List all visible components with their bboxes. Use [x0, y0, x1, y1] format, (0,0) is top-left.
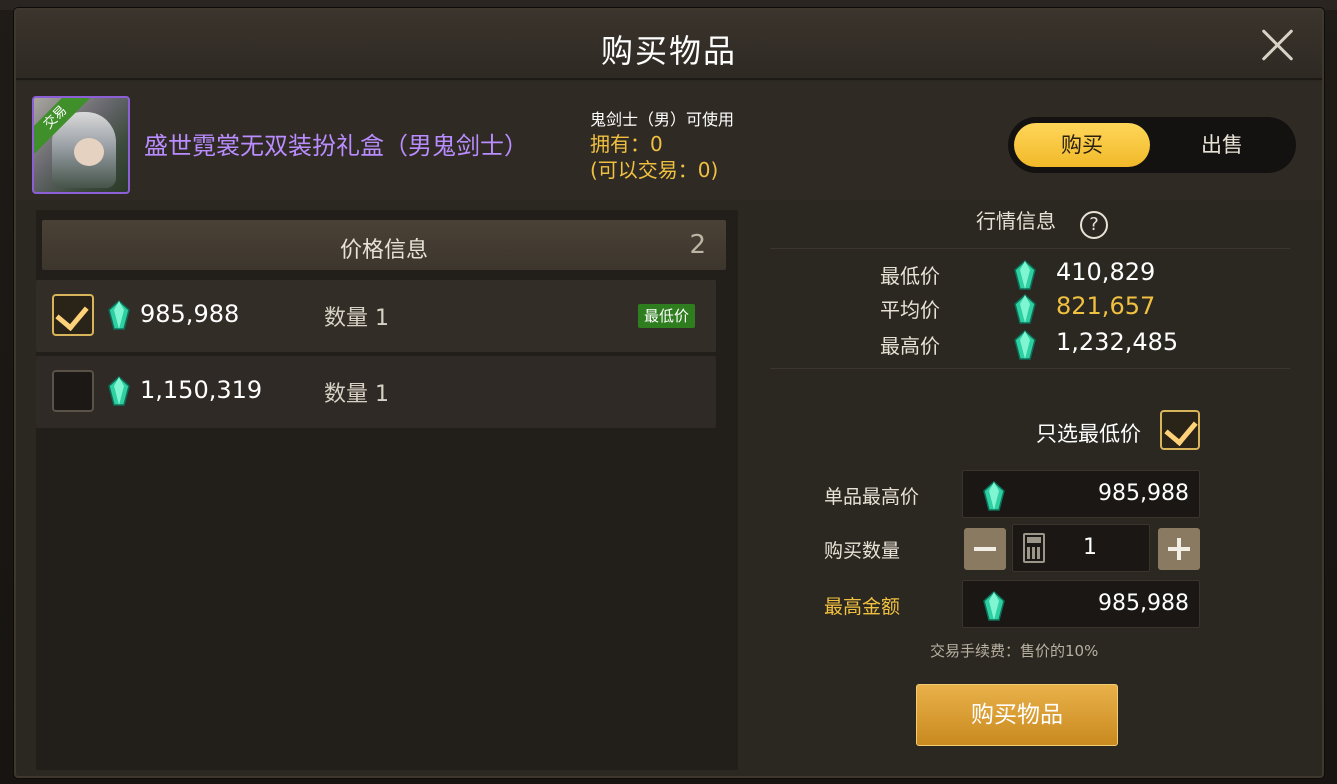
lowest-price-label: 最低价 [880, 264, 940, 288]
max-unit-price-value: 985,988 [1098, 481, 1189, 506]
highest-price-value: 1,232,485 [1056, 328, 1179, 356]
listing-checkbox[interactable] [52, 294, 94, 336]
calculator-icon[interactable] [1023, 533, 1045, 563]
only-lowest-label: 只选最低价 [1036, 422, 1141, 446]
max-unit-price-label: 单品最高价 [824, 486, 920, 508]
average-price-value: 821,657 [1056, 292, 1156, 320]
decrease-quantity-button[interactable] [964, 528, 1006, 570]
price-info-panel: 价格信息 2 985,988 数量 1 最低价 1,150,319 数量 1 [36, 210, 738, 770]
listing-price: 985,988 [140, 300, 240, 328]
price-info-title: 价格信息 [339, 238, 428, 263]
item-face [74, 138, 104, 166]
quantity-label: 购买数量 [824, 540, 901, 562]
green-gem-icon [108, 299, 130, 330]
average-price-label: 平均价 [880, 298, 940, 322]
only-lowest-checkbox[interactable] [1160, 410, 1200, 450]
divider [770, 368, 1290, 369]
green-gem-icon [983, 480, 1005, 511]
max-total-field: 985,988 [962, 580, 1200, 628]
highest-price-label: 最高价 [880, 334, 940, 358]
listing-row[interactable]: 985,988 数量 1 最低价 [36, 280, 716, 352]
max-total-label: 最高金额 [824, 596, 901, 618]
item-usable-by: 鬼剑士（男）可使用 [590, 110, 735, 129]
listing-price: 1,150,319 [140, 376, 263, 404]
market-info-title: 行情信息 [976, 209, 1056, 233]
listing-row[interactable]: 1,150,319 数量 1 [36, 356, 716, 428]
price-info-header: 价格信息 2 [42, 220, 726, 270]
item-name: 盛世霓裳无双装扮礼盒（男鬼剑士） [144, 132, 528, 160]
green-gem-icon [108, 375, 130, 406]
item-owned-count: 拥有：0 [590, 132, 663, 156]
price-info-count: 2 [689, 230, 706, 260]
buy-item-button[interactable]: 购买物品 [916, 684, 1118, 746]
sell-tab[interactable]: 出售 [1154, 123, 1290, 167]
divider [770, 248, 1290, 249]
item-icon: 交易 [32, 96, 130, 194]
green-gem-icon [983, 590, 1005, 621]
fee-note: 交易手续费：售价的10% [930, 642, 1099, 660]
green-gem-icon [1014, 259, 1036, 290]
dialog-titlebar: 购买物品 [16, 10, 1322, 80]
max-unit-price-field[interactable]: 985,988 [962, 470, 1200, 518]
listing-quantity: 数量 1 [324, 382, 389, 407]
green-gem-icon [1014, 293, 1036, 324]
quantity-value: 1 [1083, 535, 1097, 560]
increase-quantity-button[interactable] [1158, 528, 1200, 570]
check-icon [1164, 411, 1198, 447]
lowest-price-badge: 最低价 [638, 304, 696, 328]
close-icon[interactable] [1260, 26, 1296, 62]
listing-quantity: 数量 1 [324, 306, 389, 331]
quantity-input[interactable]: 1 [1012, 524, 1150, 572]
buy-item-dialog: 购买物品 交易 盛世霓裳无双装扮礼盒（男鬼剑士） 鬼剑士（男）可使用 拥有：0 … [14, 8, 1324, 778]
buy-tab[interactable]: 购买 [1014, 123, 1150, 167]
listing-checkbox[interactable] [52, 370, 94, 412]
buy-sell-toggle: 购买 出售 [1008, 117, 1296, 173]
dialog-title: 购买物品 [600, 32, 737, 70]
item-tradable-count: (可以交易：0) [590, 158, 719, 182]
question-circle-icon[interactable]: ? [1080, 211, 1108, 239]
green-gem-icon [1014, 329, 1036, 360]
max-total-value: 985,988 [1098, 591, 1189, 616]
check-icon [55, 296, 89, 332]
lowest-price-value: 410,829 [1056, 258, 1156, 286]
